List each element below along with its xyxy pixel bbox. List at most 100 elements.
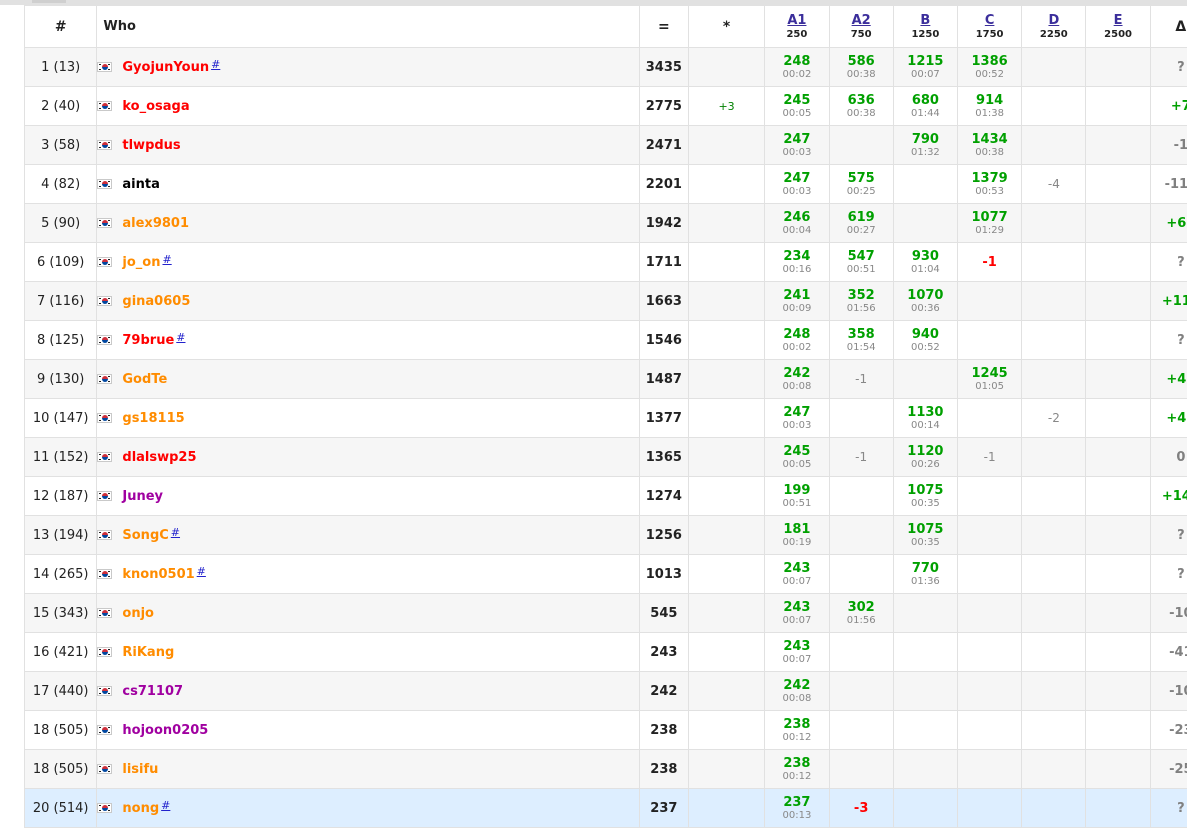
hacks-cell[interactable] [688, 126, 764, 165]
problem-cell-b[interactable] [893, 789, 957, 828]
problem-cell-c[interactable] [958, 633, 1022, 672]
problem-cell-a2[interactable]: 35201:56 [829, 282, 893, 321]
participant-handle-link[interactable]: Juney [122, 489, 163, 504]
problem-link-b[interactable]: B [894, 13, 957, 28]
participant-handle-link[interactable]: GyojunYoun [122, 60, 209, 75]
problem-cell-a1[interactable]: 24600:04 [765, 204, 829, 243]
problem-cell-a2[interactable] [829, 672, 893, 711]
problem-cell-a1[interactable]: 24300:07 [765, 633, 829, 672]
problem-cell-a1[interactable]: 24700:03 [765, 126, 829, 165]
problem-cell-c[interactable] [958, 789, 1022, 828]
problem-cell-a1[interactable]: 23800:12 [765, 711, 829, 750]
participant-handle-link[interactable]: gs18115 [122, 411, 184, 426]
hacks-cell[interactable] [688, 165, 764, 204]
participant-handle-link[interactable]: gina0605 [122, 294, 190, 309]
problem-cell-b[interactable] [893, 165, 957, 204]
problem-cell-c[interactable]: -1 [958, 243, 1022, 282]
participant-handle-link[interactable]: cs71107 [122, 684, 183, 699]
hacks-cell[interactable] [688, 243, 764, 282]
problem-cell-e[interactable] [1086, 87, 1150, 126]
problem-cell-c[interactable] [958, 555, 1022, 594]
problem-cell-d[interactable] [1022, 516, 1086, 555]
problem-cell-a1[interactable]: 24800:02 [765, 48, 829, 87]
problem-link-c[interactable]: C [958, 13, 1021, 28]
problem-cell-d[interactable] [1022, 633, 1086, 672]
problem-cell-c[interactable] [958, 282, 1022, 321]
problem-cell-a1[interactable]: 24500:05 [765, 438, 829, 477]
problem-cell-c[interactable] [958, 516, 1022, 555]
participant-handle-link[interactable]: knon0501 [122, 567, 194, 582]
hacks-cell[interactable] [688, 555, 764, 594]
problem-cell-a1[interactable]: 24300:07 [765, 555, 829, 594]
problem-cell-c[interactable] [958, 594, 1022, 633]
problem-cell-d[interactable] [1022, 243, 1086, 282]
participant-handle-link[interactable]: onjo [122, 606, 154, 621]
hacks-cell[interactable] [688, 282, 764, 321]
problem-cell-b[interactable]: 93001:04 [893, 243, 957, 282]
problem-cell-b[interactable]: 79001:32 [893, 126, 957, 165]
problem-cell-d[interactable] [1022, 750, 1086, 789]
hacks-cell[interactable] [688, 750, 764, 789]
problem-cell-a2[interactable] [829, 399, 893, 438]
problem-cell-a1[interactable]: 24100:09 [765, 282, 829, 321]
problem-cell-e[interactable] [1086, 165, 1150, 204]
hacks-cell[interactable] [688, 711, 764, 750]
participant-handle-link[interactable]: jo_on [122, 255, 160, 270]
problem-cell-b[interactable]: 68001:44 [893, 87, 957, 126]
hacks-cell[interactable] [688, 204, 764, 243]
problem-cell-a1[interactable]: 24300:07 [765, 594, 829, 633]
unofficial-participant-marker[interactable]: # [197, 565, 206, 578]
problem-cell-c[interactable]: 107701:29 [958, 204, 1022, 243]
problem-cell-d[interactable] [1022, 126, 1086, 165]
problem-link-a2[interactable]: A2 [830, 13, 893, 28]
problem-cell-a2[interactable] [829, 633, 893, 672]
problem-cell-d[interactable]: -4 [1022, 165, 1086, 204]
problem-cell-e[interactable] [1086, 204, 1150, 243]
problem-cell-e[interactable] [1086, 516, 1150, 555]
problem-link-d[interactable]: D [1022, 13, 1085, 28]
hacks-cell[interactable] [688, 672, 764, 711]
unofficial-participant-marker[interactable]: # [211, 58, 220, 71]
problem-cell-b[interactable] [893, 633, 957, 672]
participant-handle-link[interactable]: ko_osaga [122, 99, 189, 114]
hacks-cell[interactable] [688, 399, 764, 438]
problem-cell-e[interactable] [1086, 438, 1150, 477]
problem-cell-d[interactable] [1022, 282, 1086, 321]
participant-handle-link[interactable]: hojoon0205 [122, 723, 208, 738]
problem-cell-b[interactable]: 113000:14 [893, 399, 957, 438]
problem-link-a1[interactable]: A1 [765, 13, 828, 28]
problem-cell-a2[interactable]: 54700:51 [829, 243, 893, 282]
problem-cell-a1[interactable]: 23700:13 [765, 789, 829, 828]
unofficial-participant-marker[interactable]: # [161, 799, 170, 812]
participant-handle-link[interactable]: GodTe [122, 372, 167, 387]
problem-cell-a2[interactable]: 57500:25 [829, 165, 893, 204]
problem-cell-e[interactable] [1086, 282, 1150, 321]
problem-cell-a1[interactable]: 24200:08 [765, 672, 829, 711]
problem-cell-d[interactable] [1022, 789, 1086, 828]
problem-cell-a1[interactable]: 23800:12 [765, 750, 829, 789]
problem-cell-d[interactable] [1022, 87, 1086, 126]
problem-cell-c[interactable] [958, 672, 1022, 711]
problem-cell-b[interactable]: 107500:35 [893, 477, 957, 516]
problem-cell-e[interactable] [1086, 477, 1150, 516]
problem-cell-e[interactable] [1086, 633, 1150, 672]
unofficial-participant-marker[interactable]: # [171, 526, 180, 539]
participant-handle-link[interactable]: tlwpdus [122, 138, 180, 153]
problem-cell-e[interactable] [1086, 126, 1150, 165]
problem-cell-e[interactable] [1086, 321, 1150, 360]
problem-cell-d[interactable] [1022, 360, 1086, 399]
problem-cell-a1[interactable]: 18100:19 [765, 516, 829, 555]
problem-cell-d[interactable] [1022, 438, 1086, 477]
participant-handle-link[interactable]: dlalswp25 [122, 450, 196, 465]
problem-cell-a1[interactable]: 24200:08 [765, 360, 829, 399]
hacks-cell[interactable] [688, 789, 764, 828]
problem-cell-d[interactable] [1022, 477, 1086, 516]
problem-cell-c[interactable] [958, 399, 1022, 438]
problem-cell-d[interactable] [1022, 711, 1086, 750]
problem-cell-a2[interactable] [829, 750, 893, 789]
problem-cell-a1[interactable]: 23400:16 [765, 243, 829, 282]
problem-cell-c[interactable]: 91401:38 [958, 87, 1022, 126]
problem-cell-a2[interactable] [829, 711, 893, 750]
hacks-cell[interactable] [688, 360, 764, 399]
hacks-cell[interactable] [688, 633, 764, 672]
